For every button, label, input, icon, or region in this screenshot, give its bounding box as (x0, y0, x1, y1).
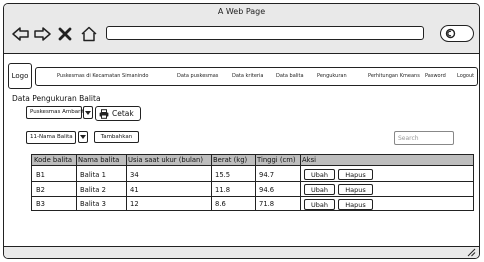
cell-tinggi: 71.8 (259, 200, 275, 208)
site-navbar: Logo Puskesmas di Kecamatan Simanindo Da… (4, 61, 479, 91)
cell-berat: 15.5 (215, 171, 231, 179)
cell-kode: B2 (36, 186, 45, 194)
cell-kode: B1 (36, 171, 45, 179)
column-divider (300, 155, 302, 210)
row-divider (32, 181, 473, 183)
cell-usia: 34 (130, 171, 139, 179)
column-divider (126, 155, 128, 210)
cell-nama: Balita 1 (80, 171, 106, 179)
close-icon[interactable] (56, 26, 74, 42)
print-button[interactable]: Cetak (95, 106, 141, 121)
header-aksi: Aksi (302, 156, 317, 164)
page-title: Data Pengukuran Balita (12, 94, 101, 103)
cell-usia: 12 (130, 200, 139, 208)
header-usia: Usia saat ukur (bulan) (128, 156, 204, 164)
delete-button[interactable]: Hapus (338, 169, 373, 180)
arrow-left-icon[interactable] (12, 26, 30, 42)
home-icon[interactable] (80, 26, 98, 42)
column-divider (211, 155, 213, 210)
resize-grip-icon[interactable] (467, 248, 476, 257)
chevron-down-icon[interactable] (78, 131, 88, 143)
row-divider (32, 196, 473, 198)
edit-button[interactable]: Ubah (304, 199, 335, 210)
column-divider (76, 155, 78, 210)
cell-nama: Balita 3 (80, 200, 106, 208)
menu-item-kecamatan[interactable]: Puskesmas di Kecamatan Simanindo (57, 73, 148, 79)
chevron-down-icon[interactable] (83, 106, 93, 119)
address-bar[interactable] (106, 26, 424, 40)
delete-button[interactable]: Hapus (338, 184, 373, 195)
header-kode-balita: Kode balita (34, 156, 73, 164)
window-title: A Web Page (217, 7, 266, 16)
cell-tinggi: 94.7 (259, 171, 275, 179)
arrow-right-icon[interactable] (33, 26, 51, 42)
header-tinggi: Tinggi (cm) (257, 156, 296, 164)
cell-usia: 41 (130, 186, 139, 194)
menu-item-data-kriteria[interactable]: Data kriteria (232, 73, 263, 79)
cell-berat: 11.8 (215, 186, 231, 194)
cell-tinggi: 94.6 (259, 186, 275, 194)
header-berat: Berat (kg) (213, 156, 248, 164)
main-menu: Puskesmas di Kecamatan Simanindo Data pu… (35, 67, 478, 86)
puskesmas-select[interactable]: Puskesmas Ambarita (26, 106, 87, 119)
logo[interactable]: Logo (8, 63, 32, 89)
menu-item-pasword[interactable]: Pasword (425, 73, 446, 79)
balita-select[interactable]: 11-Nama Balita (26, 131, 76, 144)
search-icon (445, 28, 456, 39)
browser-search-button[interactable] (440, 25, 474, 42)
column-divider (255, 155, 257, 210)
status-bar (4, 246, 479, 258)
header-nama-balita: Nama balita (78, 156, 120, 164)
edit-button[interactable]: Ubah (304, 169, 335, 180)
browser-window: A Web Page Logo Puskesmas di Kecamatan S… (3, 3, 480, 259)
add-button[interactable]: Tambahkan (94, 131, 139, 143)
edit-button[interactable]: Ubah (304, 184, 335, 195)
delete-button[interactable]: Hapus (338, 199, 373, 210)
logo-text: Logo (11, 72, 29, 80)
cell-nama: Balita 2 (80, 186, 106, 194)
menu-item-logout[interactable]: Logout (457, 73, 474, 79)
menu-item-data-balita[interactable]: Data balita (276, 73, 304, 79)
print-label: Cetak (112, 109, 134, 118)
search-input[interactable]: Search (394, 131, 454, 145)
measurement-table: Kode balita Nama balita Usia saat ukur (… (31, 154, 474, 211)
cell-kode: B3 (36, 200, 45, 208)
printer-icon (99, 109, 109, 119)
menu-item-pengukuran[interactable]: Pengukuran (317, 73, 347, 79)
menu-item-perhitungan-kmeans[interactable]: Perhitungan Kmeans (368, 73, 420, 79)
cell-berat: 8.6 (215, 200, 226, 208)
menu-item-data-puskesmas[interactable]: Data puskesmas (177, 73, 218, 79)
browser-toolbar: A Web Page (4, 4, 479, 54)
